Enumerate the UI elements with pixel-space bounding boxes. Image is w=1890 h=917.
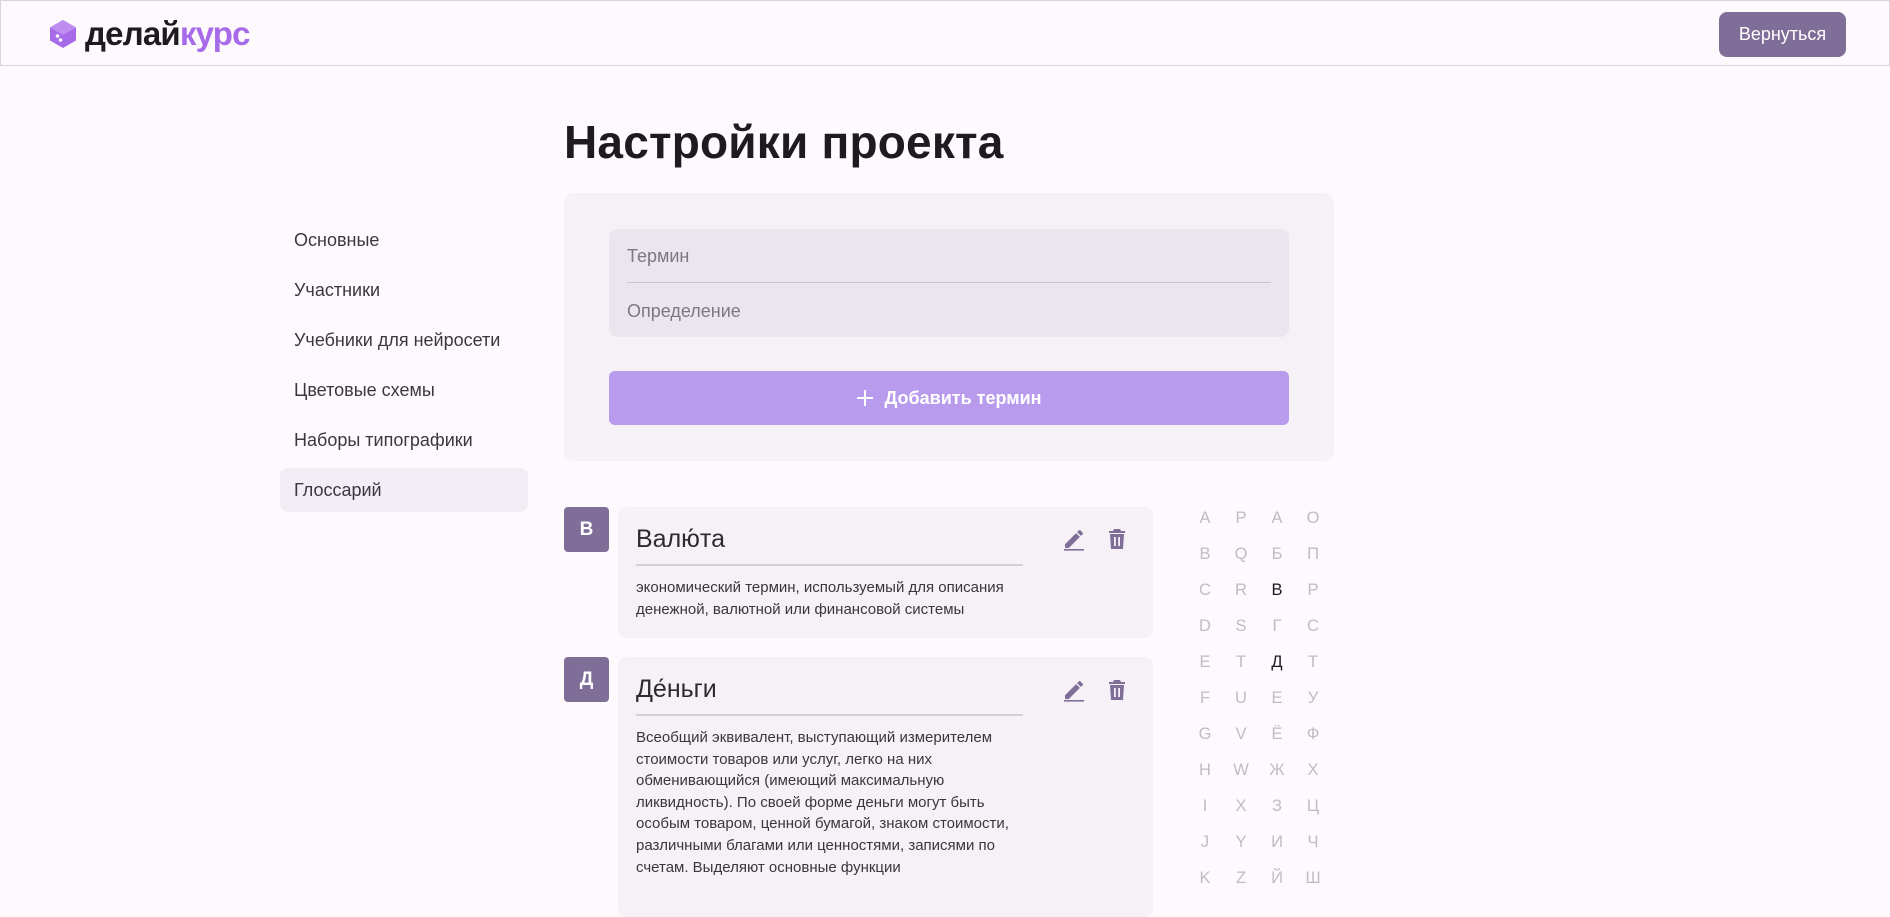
settings-sidebar: Основные Участники Учебники для нейросет…: [280, 218, 528, 518]
term-title: Де́ньги: [636, 675, 1023, 716]
term-fields-group: [609, 229, 1289, 337]
logo-cube-icon: [50, 20, 76, 48]
back-button[interactable]: Вернуться: [1719, 12, 1846, 57]
term-input[interactable]: [627, 231, 1271, 283]
alphabet-letter: Q: [1234, 545, 1248, 563]
alphabet-letter[interactable]: Д: [1259, 651, 1295, 673]
alphabet-letter: Й: [1271, 869, 1283, 887]
alphabet-letter: Е: [1271, 689, 1283, 707]
letter-badge: В: [564, 507, 609, 552]
alphabet-letter: А: [1271, 509, 1283, 527]
edit-term-button[interactable]: [1061, 677, 1087, 703]
glossary-entry: Валю́та экономический термин, используем…: [618, 507, 1153, 638]
alphabet-letter: Z: [1235, 869, 1247, 887]
alphabet-letter: T: [1235, 653, 1247, 671]
alphabet-letter: V: [1235, 725, 1247, 743]
alphabet-letter: Б: [1271, 545, 1283, 563]
alphabet-letter: Ё: [1271, 725, 1283, 743]
delete-term-button[interactable]: [1104, 677, 1130, 703]
alphabet-letter: E: [1199, 653, 1211, 671]
alphabet-letter: P: [1235, 509, 1247, 527]
alphabet-letter: C: [1199, 581, 1211, 599]
alphabet-index: A P А О B Q Б П C RВР D S Г С E TДТ F U Е У G V Ё Ф H W Ж Х I X З Ц J Y И Ч…: [1187, 507, 1347, 903]
alphabet-letter: F: [1199, 689, 1211, 707]
definition-input[interactable]: [627, 285, 1271, 337]
alphabet-letter: D: [1199, 617, 1211, 635]
alphabet-letter: H: [1199, 761, 1211, 779]
pencil-icon: [1064, 530, 1084, 551]
alphabet-letter: З: [1272, 797, 1282, 815]
pencil-icon: [1064, 681, 1084, 702]
alphabet-letter: Ц: [1306, 797, 1320, 815]
logo-text: делайкурс: [85, 17, 250, 51]
plus-icon: [857, 390, 874, 406]
alphabet-letter: Х: [1307, 761, 1319, 779]
sidebar-item-glossary[interactable]: Глоссарий: [280, 468, 528, 512]
term-title: Валю́та: [636, 525, 1023, 566]
logo[interactable]: делайкурс: [47, 17, 250, 51]
alphabet-letter: П: [1307, 545, 1319, 563]
alphabet-letter: K: [1199, 869, 1211, 887]
edit-term-button[interactable]: [1061, 526, 1087, 552]
alphabet-letter: Ш: [1305, 869, 1321, 887]
term-definition: экономический термин, используемый для о…: [636, 579, 1004, 618]
sidebar-item-ai-textbooks[interactable]: Учебники для нейросети: [280, 318, 528, 362]
alphabet-letter: S: [1235, 617, 1247, 635]
alphabet-letter: У: [1307, 689, 1319, 707]
glossary-entry: Де́ньги Всеобщий эквивалент, выступающий…: [618, 657, 1153, 917]
alphabet-letter: Y: [1235, 833, 1247, 851]
alphabet-letter: I: [1202, 797, 1208, 815]
alphabet-letter: G: [1198, 725, 1212, 743]
alphabet-letter: О: [1306, 509, 1320, 527]
sidebar-item-members[interactable]: Участники: [280, 268, 528, 312]
logo-text-part1: делай: [85, 15, 181, 52]
top-bar: делайкурс Вернуться: [0, 0, 1890, 66]
alphabet-letter: R: [1235, 581, 1247, 599]
letter-badge: Д: [564, 657, 609, 702]
alphabet-letter: Ф: [1306, 725, 1320, 743]
alphabet-letter: A: [1199, 509, 1211, 527]
alphabet-letter: Ч: [1307, 833, 1319, 851]
add-term-button[interactable]: Добавить термин: [609, 371, 1289, 425]
alphabet-letter[interactable]: В: [1259, 579, 1295, 601]
sidebar-item-typography-sets[interactable]: Наборы типографики: [280, 418, 528, 462]
term-definition: Всеобщий эквивалент, выступающий измерит…: [636, 729, 1009, 876]
alphabet-letter: С: [1307, 617, 1319, 635]
alphabet-letter: J: [1200, 833, 1210, 851]
alphabet-letter: Ж: [1269, 761, 1285, 779]
alphabet-letter: X: [1235, 797, 1247, 815]
logo-text-part2: курс: [179, 15, 251, 52]
alphabet-letter: Т: [1307, 653, 1319, 671]
alphabet-letter: B: [1199, 545, 1211, 563]
trash-icon: [1109, 680, 1125, 700]
add-term-label: Добавить термин: [884, 387, 1042, 408]
delete-term-button[interactable]: [1104, 526, 1130, 552]
alphabet-letter: W: [1233, 761, 1249, 779]
alphabet-letter: U: [1235, 689, 1247, 707]
add-term-panel: Добавить термин: [564, 193, 1334, 461]
alphabet-letter: Р: [1307, 581, 1319, 599]
sidebar-item-color-schemes[interactable]: Цветовые схемы: [280, 368, 528, 412]
page-title: Настройки проекта: [564, 116, 1004, 168]
alphabet-letter: И: [1271, 833, 1283, 851]
sidebar-item-basic[interactable]: Основные: [280, 218, 528, 262]
alphabet-letter: Г: [1272, 617, 1282, 635]
trash-icon: [1109, 529, 1125, 549]
